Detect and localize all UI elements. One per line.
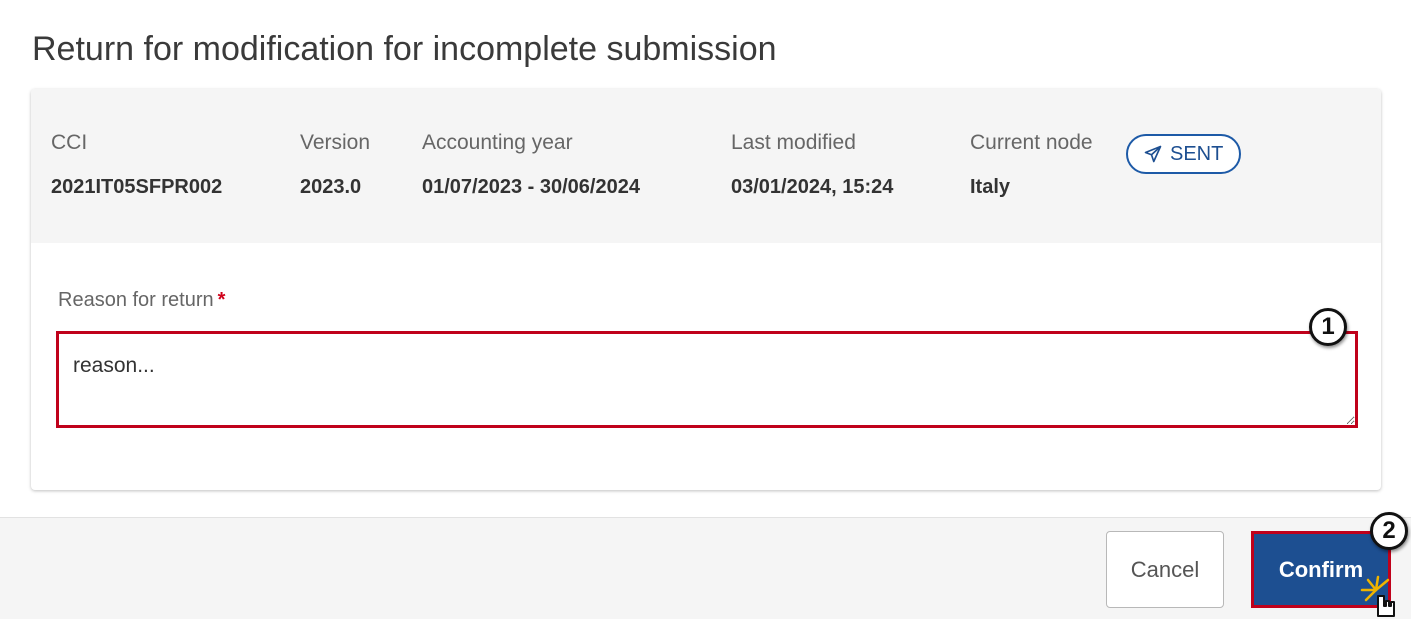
callout-2: 2 (1370, 512, 1408, 550)
last-modified-field: Last modified 03/01/2024, 15:24 (731, 131, 893, 199)
version-value: 2023.0 (300, 176, 362, 198)
cci-label: CCI (51, 131, 88, 154)
accounting-year-label: Accounting year (422, 131, 573, 154)
version-label: Version (300, 131, 371, 154)
current-node-label: Current node (970, 131, 1093, 154)
accounting-year-value: 01/07/2023 - 30/06/2024 (422, 176, 640, 198)
cci-field: CCI 2021IT05SFPR002 (51, 131, 222, 199)
status-badge-label: SENT (1170, 142, 1224, 165)
dialog-card: CCI 2021IT05SFPR002 Version 2023.0 Accou… (31, 89, 1381, 490)
accounting-year-field: Accounting year 01/07/2023 - 30/06/2024 (422, 131, 640, 199)
dialog-title: Return for modification for incomplete s… (32, 30, 777, 68)
reason-label-text: Reason for return (58, 289, 214, 311)
cci-value: 2021IT05SFPR002 (51, 176, 223, 198)
required-marker: * (217, 289, 226, 311)
callout-1: 1 (1309, 308, 1347, 346)
cancel-button[interactable]: Cancel (1106, 531, 1224, 608)
paper-plane-icon (1144, 145, 1162, 163)
last-modified-value: 03/01/2024, 15:24 (731, 176, 894, 198)
current-node-value: Italy (970, 176, 1011, 198)
version-field: Version 2023.0 (300, 131, 370, 199)
reason-textarea[interactable] (56, 331, 1358, 428)
status-badge: SENT (1126, 134, 1242, 174)
reason-label: Reason for return * (58, 289, 225, 312)
last-modified-label: Last modified (731, 131, 856, 154)
click-cursor-icon (1360, 575, 1395, 617)
current-node-field: Current node Italy (970, 131, 1093, 199)
info-panel: CCI 2021IT05SFPR002 Version 2023.0 Accou… (31, 89, 1381, 243)
